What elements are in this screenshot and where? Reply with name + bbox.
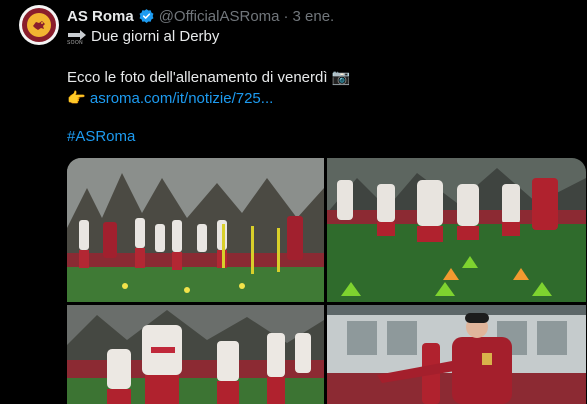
- tweet-header: AS Roma @OfficialASRoma · 3 ene.: [67, 6, 334, 26]
- photo-coach-pointing[interactable]: [327, 305, 586, 404]
- author-handle[interactable]: @OfficialASRoma: [159, 8, 280, 25]
- tweet-text-line2-text: Ecco le foto dell'allenamento di venerdì: [67, 69, 328, 86]
- photo-training-match[interactable]: [67, 305, 324, 404]
- as-roma-logo-icon: [22, 8, 56, 42]
- avatar[interactable]: [19, 5, 59, 45]
- soon-label: SOON: [67, 40, 83, 46]
- tweet-text-line2: Ecco le foto dell'allenamento di venerdì…: [67, 68, 350, 86]
- photo-training-drill[interactable]: [327, 158, 586, 302]
- tweet-timestamp[interactable]: 3 ene.: [293, 8, 335, 25]
- tweet: AS Roma @OfficialASRoma · 3 ene. SOON Du…: [0, 0, 587, 404]
- pointing-hand-emoji: 👉: [67, 90, 86, 107]
- hashtag-asroma[interactable]: #ASRoma: [67, 128, 135, 145]
- author-name[interactable]: AS Roma: [67, 8, 134, 25]
- verified-badge-icon: [138, 8, 155, 25]
- tweet-text-line1: Due giorni al Derby: [91, 28, 220, 45]
- tweet-link-line: 👉 asroma.com/it/notizie/725...: [67, 89, 273, 107]
- camera-emoji: 📷: [331, 69, 351, 86]
- media-grid: [67, 158, 586, 404]
- photo-training-group[interactable]: [67, 158, 324, 302]
- separator-dot: ·: [283, 7, 289, 25]
- article-link[interactable]: asroma.com/it/notizie/725...: [90, 90, 273, 107]
